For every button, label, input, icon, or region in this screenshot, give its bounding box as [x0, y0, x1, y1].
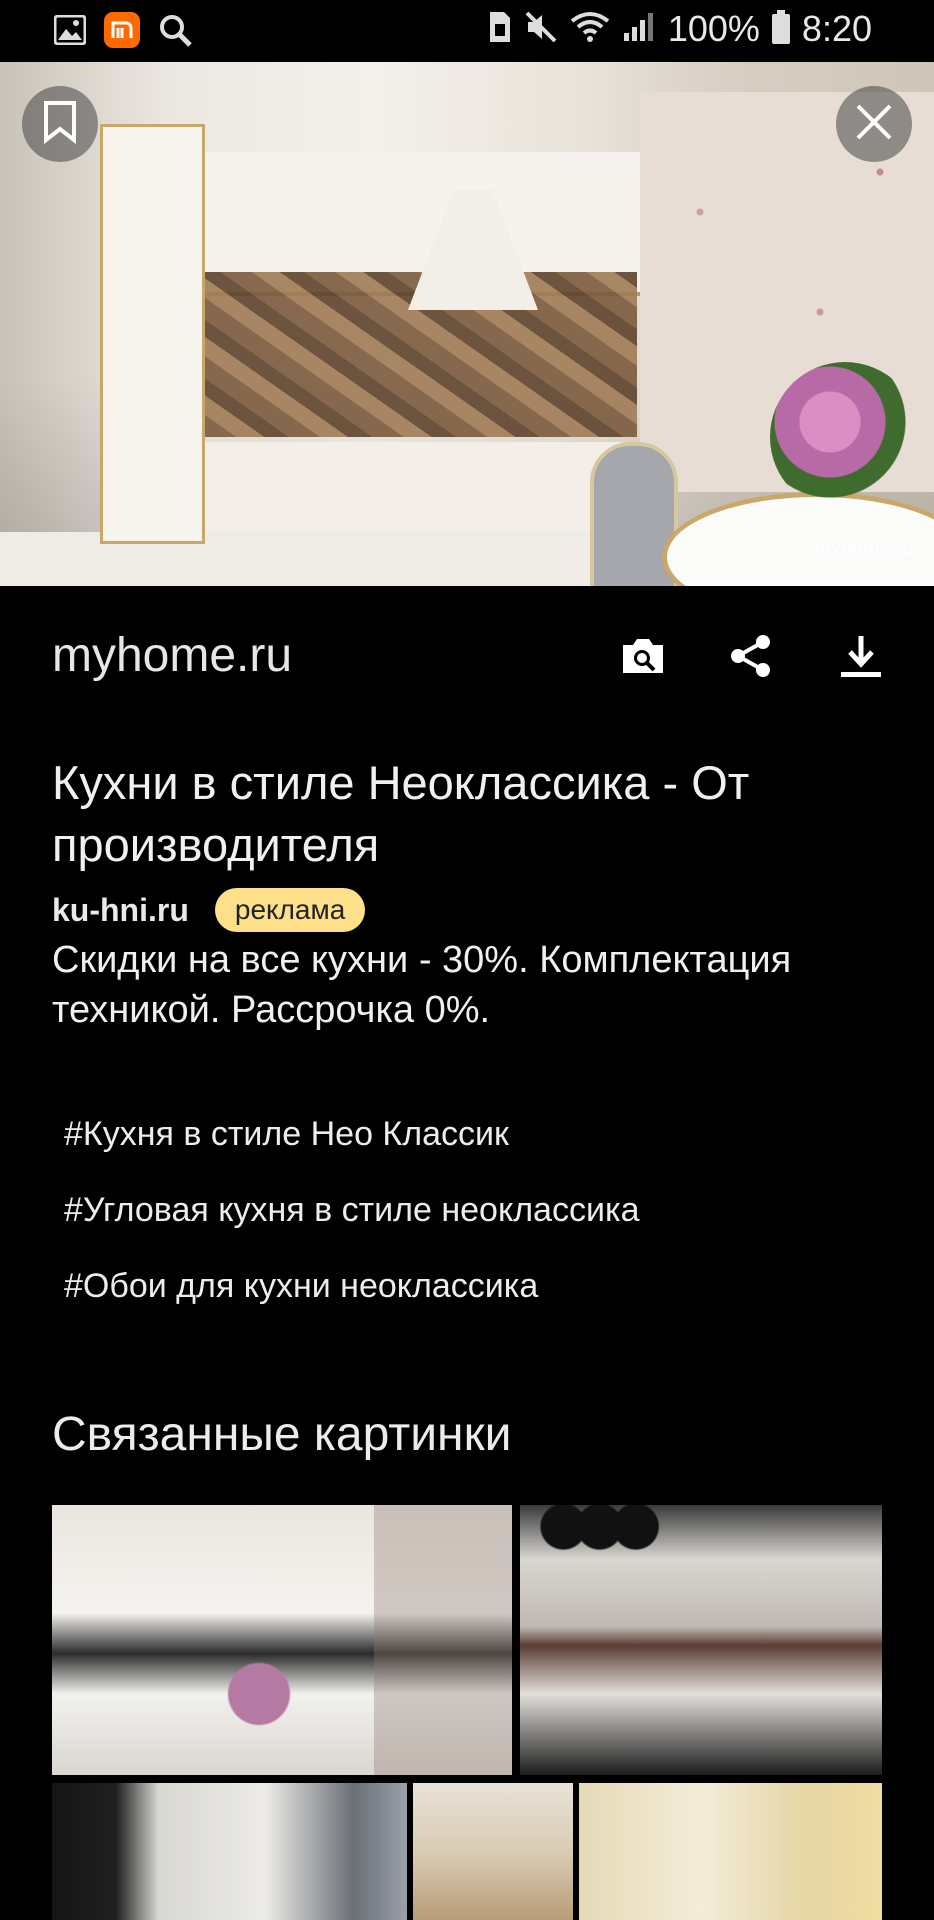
- related-image-content: [52, 1505, 512, 1775]
- related-image-thumbnail[interactable]: [52, 1505, 512, 1775]
- related-images-heading: Связанные картинки: [52, 1408, 512, 1461]
- related-image-thumbnail[interactable]: [52, 1783, 407, 1920]
- mute-icon: [524, 10, 558, 49]
- main-image[interactable]: myhome.ru: [0, 62, 934, 586]
- download-button[interactable]: [835, 632, 887, 684]
- tag-link[interactable]: #Кухня в стиле Нео Классик: [64, 1115, 509, 1154]
- signal-icon: [622, 11, 656, 48]
- image-tall-cabinet: [100, 124, 205, 544]
- bookmark-button[interactable]: [22, 86, 98, 162]
- camera-search-icon: [620, 636, 666, 681]
- image-source-link[interactable]: myhome.ru: [52, 628, 292, 683]
- tag-link[interactable]: #Угловая кухня в стиле неоклассика: [64, 1191, 640, 1230]
- visual-search-button[interactable]: [617, 632, 669, 684]
- share-icon: [729, 634, 773, 683]
- close-button[interactable]: [836, 86, 912, 162]
- related-image-content: [520, 1505, 882, 1775]
- battery-icon: [771, 9, 790, 49]
- related-image-thumbnail[interactable]: [413, 1783, 573, 1920]
- close-icon: [854, 102, 894, 147]
- status-bar-notifications: [53, 12, 192, 53]
- gallery-icon: [53, 14, 87, 50]
- image-flowers: [770, 362, 920, 512]
- share-button[interactable]: [725, 632, 777, 684]
- related-image-thumbnail[interactable]: [579, 1783, 882, 1920]
- status-bar-system: 100% 8:20: [488, 8, 872, 50]
- download-icon: [839, 634, 883, 683]
- ad-badge: реклама: [214, 888, 366, 932]
- related-image-thumbnail[interactable]: [520, 1505, 882, 1775]
- image-watermark: myhome.ru: [813, 537, 914, 559]
- wifi-icon: [570, 11, 610, 48]
- tag-link[interactable]: #Обои для кухни неоклассика: [64, 1267, 538, 1306]
- battery-percent: 100%: [667, 8, 760, 49]
- sim-icon: [488, 10, 512, 49]
- ad-domain[interactable]: ku-hni.ru: [52, 892, 189, 929]
- clock: 8:20: [801, 8, 872, 49]
- ad-title[interactable]: Кухни в стиле Неоклассика - От производи…: [52, 752, 892, 876]
- bookmark-icon: [42, 100, 78, 149]
- status-bar: 100% 8:20: [0, 0, 934, 62]
- ad-description[interactable]: Скидки на все кухни - 30%. Комплектация …: [52, 935, 902, 1035]
- search-icon: [158, 13, 192, 52]
- ad-meta: ku-hni.ru реклама: [52, 888, 366, 932]
- mi-app-icon: [104, 12, 140, 53]
